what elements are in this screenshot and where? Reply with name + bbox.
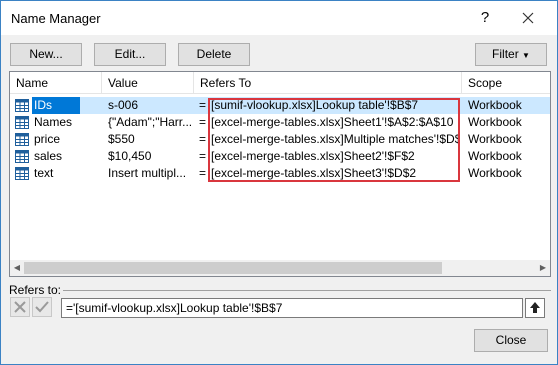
refers-to-label: Refers to:	[9, 283, 62, 297]
row-scope: Workbook	[468, 98, 522, 112]
help-button[interactable]: ?	[475, 7, 495, 29]
title-bar: Name Manager ?	[1, 1, 557, 35]
new-button[interactable]: New...	[10, 43, 82, 66]
table-icon	[15, 133, 29, 146]
delete-button[interactable]: Delete	[178, 43, 250, 66]
row-eq: =	[199, 115, 207, 129]
row-name: IDs	[32, 97, 80, 114]
new-button-label: New...	[29, 47, 63, 61]
row-name: sales	[34, 149, 63, 163]
filter-button[interactable]: Filter ▼	[475, 43, 547, 66]
close-button-label: Close	[495, 333, 527, 347]
row-eq: =	[199, 132, 207, 146]
delete-button-label: Delete	[196, 47, 232, 61]
list-row[interactable]: sales $10,450 = [excel-merge-tables.xlsx…	[10, 148, 550, 165]
table-icon	[15, 150, 29, 163]
column-header-refers-to[interactable]: Refers To	[194, 72, 462, 94]
scrollbar-thumb[interactable]	[24, 262, 442, 274]
list-header: Name Value Refers To Scope	[10, 72, 550, 94]
list-row[interactable]: IDs s-006 = [sumif-vlookup.xlsx]Lookup t…	[10, 97, 550, 114]
table-icon	[15, 116, 29, 129]
edit-button[interactable]: Edit...	[94, 43, 166, 66]
list-row[interactable]: text Insert multipl... = [excel-merge-ta…	[10, 165, 550, 182]
divider	[63, 290, 551, 291]
row-scope: Workbook	[468, 115, 522, 129]
row-value: s-006	[108, 98, 139, 112]
row-eq: =	[199, 166, 207, 180]
confirm-edit-button[interactable]	[32, 297, 52, 317]
cancel-edit-button[interactable]	[10, 297, 30, 317]
checkmark-icon	[35, 301, 49, 313]
row-name: price	[34, 132, 61, 146]
close-window-button[interactable]	[513, 7, 543, 29]
row-scope: Workbook	[468, 166, 522, 180]
close-button[interactable]: Close	[474, 329, 548, 352]
row-refers-to: [excel-merge-tables.xlsx]Sheet2'!$F$2	[211, 149, 415, 163]
column-header-scope[interactable]: Scope	[462, 72, 550, 94]
edit-button-label: Edit...	[114, 47, 146, 61]
refers-to-input[interactable]: ='[sumif-vlookup.xlsx]Lookup table'!$B$7	[61, 298, 523, 318]
row-value: {"Adam";"Harr...	[108, 115, 193, 129]
row-value: $10,450	[108, 149, 152, 163]
dropdown-arrow-icon: ▼	[522, 51, 530, 60]
list-row[interactable]: Names {"Adam";"Harr... = [excel-merge-ta…	[10, 114, 550, 131]
row-refers-to: [sumif-vlookup.xlsx]Lookup table'!$B$7	[211, 98, 419, 112]
filter-button-label: Filter	[492, 47, 519, 61]
collapse-dialog-button[interactable]	[525, 298, 545, 318]
table-icon	[15, 99, 29, 112]
close-icon	[522, 12, 534, 24]
scroll-right-icon[interactable]: ▶	[536, 260, 550, 276]
row-scope: Workbook	[468, 132, 522, 146]
row-refers-to: [excel-merge-tables.xlsx]Sheet1'!$A$2:$A…	[211, 115, 454, 129]
name-manager-dialog: Name Manager ? New... Edit... Delete Fil…	[0, 0, 558, 365]
row-value: $550	[108, 132, 135, 146]
row-scope: Workbook	[468, 149, 522, 163]
row-eq: =	[199, 149, 207, 163]
row-refers-to: [excel-merge-tables.xlsx]Sheet3'!$D$2	[211, 166, 417, 180]
list-row[interactable]: price $550 = [excel-merge-tables.xlsx]Mu…	[10, 131, 550, 148]
collapse-arrow-icon	[530, 302, 540, 313]
cancel-icon	[14, 301, 26, 313]
names-list[interactable]: Name Value Refers To Scope IDs s-006 = […	[9, 71, 551, 277]
row-refers-to: [excel-merge-tables.xlsx]Multiple matche…	[211, 132, 459, 146]
table-icon	[15, 167, 29, 180]
row-name: text	[34, 166, 54, 180]
scroll-left-icon[interactable]: ◀	[10, 260, 24, 276]
column-header-value[interactable]: Value	[102, 72, 194, 94]
row-eq: =	[199, 98, 207, 112]
horizontal-scrollbar[interactable]: ◀ ▶	[10, 260, 550, 276]
window-title: Name Manager	[11, 11, 101, 26]
row-name: Names	[34, 115, 73, 129]
row-value: Insert multipl...	[108, 166, 187, 180]
column-header-name[interactable]: Name	[10, 72, 102, 94]
